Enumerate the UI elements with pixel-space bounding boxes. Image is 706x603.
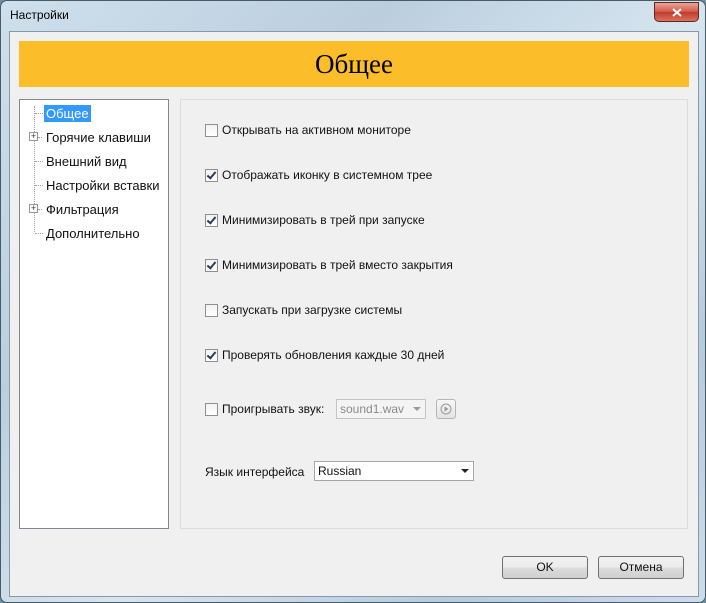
expand-icon[interactable]: +	[29, 132, 38, 141]
language-value: Russian	[318, 464, 362, 478]
option-label: Отображать иконку в системном трее	[222, 168, 433, 182]
tree-item-label: Фильтрация	[46, 202, 119, 217]
tree-item-advanced[interactable]: Дополнительно	[20, 223, 168, 243]
checkbox[interactable]	[205, 402, 218, 416]
tree-item-label: Дополнительно	[46, 226, 140, 241]
option-minimize-on-start[interactable]: Минимизировать в трей при запуске	[205, 212, 425, 228]
chevron-down-icon	[461, 469, 469, 473]
checkbox[interactable]	[205, 303, 218, 317]
option-check-updates[interactable]: Проверять обновления каждые 30 дней	[205, 347, 444, 363]
language-label: Язык интерфейса	[205, 465, 305, 479]
tree-connector	[35, 185, 43, 186]
option-label: Минимизировать в трей при запуске	[222, 213, 425, 227]
checkbox[interactable]	[205, 168, 218, 182]
language-select[interactable]: Russian	[314, 461, 474, 481]
tree-connector	[35, 161, 43, 162]
option-play-sound[interactable]: Проигрывать звук:	[205, 401, 324, 417]
option-label: Минимизировать в трей вместо закрытия	[222, 258, 453, 272]
section-title: Общее	[315, 48, 393, 79]
tree-connector	[35, 113, 43, 114]
settings-window: Настройки Общее Общее + Горячие клавиши	[0, 0, 706, 603]
tree-item-label: Внешний вид	[46, 154, 127, 169]
option-open-on-active-monitor[interactable]: Открывать на активном мониторе	[205, 122, 411, 138]
cancel-button[interactable]: Отмена	[598, 556, 684, 579]
option-label: Проверять обновления каждые 30 дней	[222, 348, 445, 362]
title-bar[interactable]: Настройки	[1, 1, 705, 31]
dialog-client-area: Общее Общее + Горячие клавиши Внешний ви…	[9, 31, 699, 597]
tree-item-label: Горячие клавиши	[46, 130, 151, 145]
play-sound-icon	[440, 403, 452, 415]
ok-button[interactable]: OK	[502, 556, 588, 579]
option-run-at-startup[interactable]: Запускать при загрузке системы	[205, 302, 402, 318]
tree-item-hotkeys[interactable]: + Горячие клавиши	[20, 127, 168, 147]
checkbox[interactable]	[205, 258, 218, 272]
tree-item-label: Настройки вставки	[46, 178, 160, 193]
category-tree[interactable]: Общее + Горячие клавиши Внешний вид Наст…	[19, 99, 169, 529]
tree-connector	[38, 137, 42, 138]
section-banner: Общее	[19, 41, 689, 87]
checkbox[interactable]	[205, 123, 218, 137]
tree-connector	[38, 209, 42, 210]
chevron-down-icon	[413, 407, 421, 411]
tree-item-general[interactable]: Общее	[20, 103, 168, 123]
tree-item-filtering[interactable]: + Фильтрация	[20, 199, 168, 219]
expand-icon[interactable]: +	[29, 204, 38, 213]
option-minimize-instead-of-close[interactable]: Минимизировать в трей вместо закрытия	[205, 257, 453, 273]
sound-file-select[interactable]: sound1.wav	[336, 399, 426, 419]
settings-panel: Открывать на активном мониторе Отображат…	[180, 99, 688, 529]
option-show-tray-icon[interactable]: Отображать иконку в системном трее	[205, 167, 432, 183]
tree-item-label: Общее	[44, 105, 91, 122]
checkbox[interactable]	[205, 348, 218, 362]
play-sound-button[interactable]	[436, 399, 456, 419]
tree-connector	[35, 233, 43, 234]
option-label: Проигрывать звук:	[222, 402, 325, 416]
tree-item-appearance[interactable]: Внешний вид	[20, 151, 168, 171]
sound-file-value: sound1.wav	[340, 402, 405, 416]
close-button[interactable]	[654, 2, 699, 22]
option-label: Запускать при загрузке системы	[222, 303, 403, 317]
option-label: Открывать на активном мониторе	[222, 123, 411, 137]
close-icon	[671, 7, 682, 17]
window-title: Настройки	[10, 8, 69, 22]
checkbox[interactable]	[205, 213, 218, 227]
tree-item-paste-settings[interactable]: Настройки вставки	[20, 175, 168, 195]
